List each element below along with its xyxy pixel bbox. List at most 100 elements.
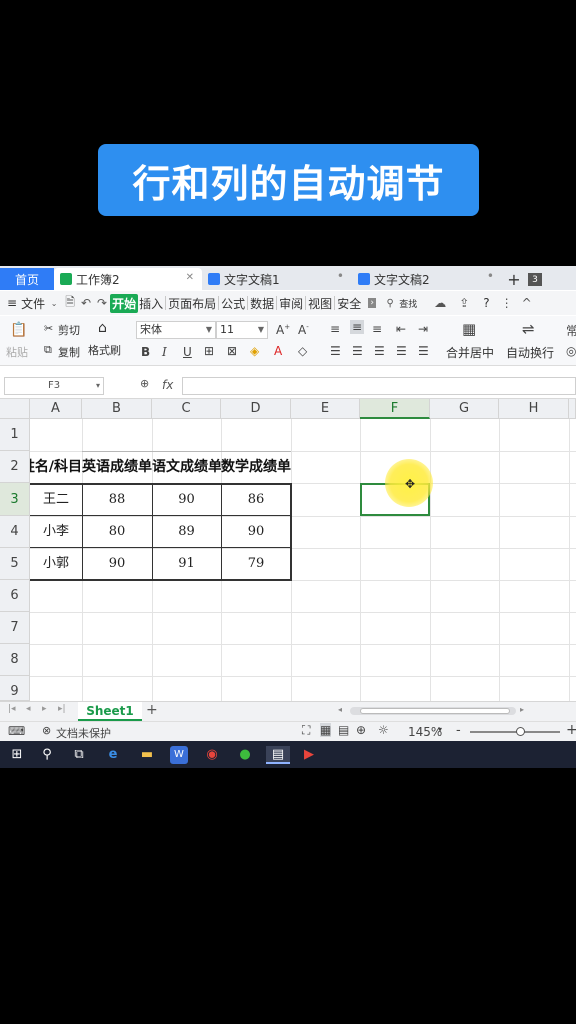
copy-icon[interactable]: ⧉ xyxy=(44,343,52,357)
zoom-in-button[interactable]: + xyxy=(566,722,576,738)
cell-a2[interactable]: 姓名/科目 xyxy=(30,451,82,483)
zoom-dropdown-icon[interactable]: ▾ xyxy=(438,725,442,734)
align-middle-icon[interactable]: ≡ xyxy=(350,320,365,334)
task-view-icon[interactable]: ⧉ xyxy=(70,746,88,764)
row-header-1[interactable]: 1 xyxy=(0,419,30,451)
menu-formula[interactable]: 公式 xyxy=(220,295,246,312)
nav-last-icon[interactable]: ▸| xyxy=(58,704,66,714)
redo-icon[interactable]: ↷ xyxy=(94,296,110,310)
dot-icon[interactable]: • xyxy=(487,269,494,283)
tab-doc1[interactable]: 文字文稿1 • xyxy=(202,268,352,290)
window-list-icon[interactable]: 3 xyxy=(528,273,542,286)
align-left-icon[interactable]: ☰ xyxy=(330,344,341,358)
justify-icon[interactable]: ☰ xyxy=(396,344,407,358)
more-icon[interactable]: › xyxy=(368,298,377,308)
dot-icon[interactable]: • xyxy=(337,269,344,283)
format-painter-button[interactable]: 格式刷 xyxy=(88,342,121,358)
column-header-extra[interactable] xyxy=(569,399,576,419)
row-header-7[interactable]: 7 xyxy=(0,612,30,644)
menu-view[interactable]: 视图 xyxy=(307,295,333,312)
row-header-8[interactable]: 8 xyxy=(0,644,30,676)
zoom-slider-knob[interactable] xyxy=(516,727,525,736)
page-layout-view-icon[interactable]: ▤ xyxy=(338,723,349,737)
menu-data[interactable]: 数据 xyxy=(249,295,275,312)
bold-button[interactable]: B xyxy=(141,345,150,359)
undo-icon[interactable]: ↶ xyxy=(78,296,94,310)
menu-insert[interactable]: 插入 xyxy=(138,295,164,312)
wrap-text-button[interactable]: 自动换行 xyxy=(506,344,554,361)
chrome-icon[interactable]: ◉ xyxy=(203,746,221,764)
copy-button[interactable]: 复制 xyxy=(58,344,80,360)
wps-icon[interactable]: W xyxy=(170,746,188,764)
scroll-left-icon[interactable]: ◂ xyxy=(338,705,342,714)
cell-d5[interactable]: 79 xyxy=(221,548,291,580)
row-header-4[interactable]: 4 xyxy=(0,516,30,548)
wechat-icon[interactable]: ● xyxy=(236,746,254,764)
cut-button[interactable]: 剪切 xyxy=(58,322,80,338)
new-tab-button[interactable]: + xyxy=(502,268,526,290)
font-name-select[interactable]: 宋体 ▼ xyxy=(136,321,216,339)
cloud-icon[interactable]: ☁ xyxy=(432,296,448,310)
cell-d2[interactable]: 数学成绩单 xyxy=(221,451,296,483)
column-header-b[interactable]: B xyxy=(82,399,152,419)
sheet-tab-sheet1[interactable]: Sheet1 xyxy=(78,702,142,721)
currency-icon[interactable]: ◎ xyxy=(566,344,576,358)
column-header-e[interactable]: E xyxy=(291,399,360,419)
row-header-2[interactable]: 2 xyxy=(0,451,30,483)
windows-start-icon[interactable]: ⊞ xyxy=(8,746,26,764)
fit-icon[interactable]: ⛶ xyxy=(302,723,310,738)
chevron-down-icon[interactable]: ⌄ xyxy=(46,299,62,308)
indent-decrease-icon[interactable]: ⇤ xyxy=(396,322,406,336)
zoom-out-button[interactable]: - xyxy=(456,723,461,738)
column-header-h[interactable]: H xyxy=(499,399,569,419)
align-bottom-icon[interactable]: ≡ xyxy=(372,322,382,336)
media-app-icon[interactable]: ▶ xyxy=(300,746,318,764)
column-header-g[interactable]: G xyxy=(430,399,499,419)
page-break-view-icon[interactable]: ⊕ xyxy=(356,723,366,737)
cell-c3[interactable]: 90 xyxy=(152,483,221,516)
column-header-d[interactable]: D xyxy=(221,399,291,419)
fx-icon[interactable]: fx xyxy=(162,378,173,392)
tab-doc2[interactable]: 文字文稿2 • xyxy=(352,268,502,290)
menu-page-layout[interactable]: 页面布局 xyxy=(167,295,217,312)
row-header-3[interactable]: 3 xyxy=(0,483,30,516)
cell-b4[interactable]: 80 xyxy=(82,516,152,548)
horizontal-scrollbar[interactable] xyxy=(350,707,516,715)
distribute-icon[interactable]: ☰ xyxy=(418,344,429,358)
collapse-icon[interactable]: ^ xyxy=(519,296,535,310)
reading-mode-icon[interactable]: ☼ xyxy=(378,723,389,737)
wps-spreadsheet-icon[interactable]: ▤ xyxy=(266,746,290,764)
paste-icon[interactable]: 📋 xyxy=(10,322,27,338)
italic-button[interactable]: I xyxy=(162,345,167,359)
menu-file[interactable]: 文件 xyxy=(20,295,46,312)
add-sheet-button[interactable]: + xyxy=(146,702,158,718)
menu-start[interactable]: 开始 xyxy=(110,293,139,313)
align-center-icon[interactable]: ☰ xyxy=(352,344,363,358)
hamburger-icon[interactable]: ≡ xyxy=(6,296,18,310)
row-header-5[interactable]: 5 xyxy=(0,548,30,580)
nav-next-icon[interactable]: ▸ xyxy=(42,704,47,714)
cell-c5[interactable]: 91 xyxy=(152,548,221,580)
scissors-icon[interactable]: ✂ xyxy=(44,322,53,335)
scrollbar-thumb[interactable] xyxy=(360,708,510,714)
decrease-font-icon[interactable]: A- xyxy=(298,323,309,337)
merge-cells-icon[interactable]: ▦ xyxy=(462,320,476,338)
edge-icon[interactable]: e xyxy=(104,746,122,764)
file-explorer-icon[interactable]: ▬ xyxy=(138,746,156,764)
format-painter-icon[interactable]: ⌂ xyxy=(98,320,107,336)
fill-style-icon[interactable]: ⊠ xyxy=(227,344,237,358)
normal-view-icon[interactable]: ▦ xyxy=(320,723,332,737)
font-color-icon[interactable]: A xyxy=(274,344,282,358)
wrap-text-icon[interactable]: ⇌ xyxy=(522,320,535,338)
cell-d4[interactable]: 90 xyxy=(221,516,291,548)
search-icon[interactable]: ⚲ xyxy=(382,298,398,309)
nav-prev-icon[interactable]: ◂ xyxy=(26,704,31,714)
macro-icon[interactable]: ⌨ xyxy=(8,724,25,738)
align-top-icon[interactable]: ≡ xyxy=(330,322,340,336)
menu-security[interactable]: 安全 xyxy=(336,295,362,312)
save-icon[interactable]: 🗎 xyxy=(62,293,78,314)
cell-c4[interactable]: 89 xyxy=(152,516,221,548)
protection-status[interactable]: 文档未保护 xyxy=(56,725,111,741)
underline-button[interactable]: U xyxy=(183,345,192,359)
column-header-f[interactable]: F xyxy=(360,399,430,419)
